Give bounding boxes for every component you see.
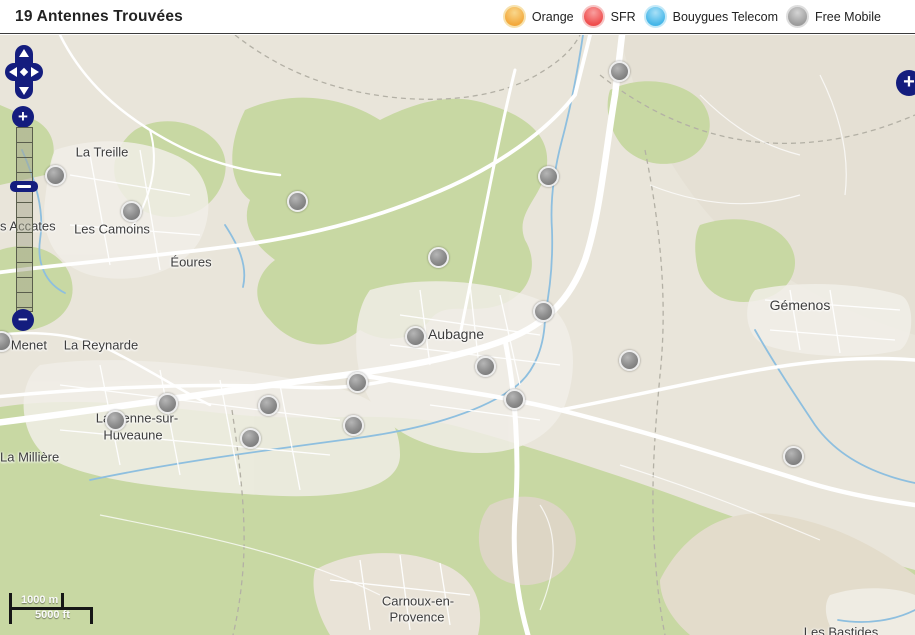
legend-color-icon: [644, 5, 667, 28]
legend-item-label: SFR: [611, 10, 636, 24]
legend-item: Free Mobile: [786, 5, 881, 28]
scale-bar-metric-tick: [61, 593, 64, 610]
legend-item: SFR: [582, 5, 636, 28]
scale-bar-imperial-tick: [90, 607, 93, 624]
map-viewport[interactable]: La Treilles AccatesLes CamoinsÉouresit-M…: [0, 35, 915, 635]
antenna-marker[interactable]: [538, 166, 559, 187]
antenna-marker[interactable]: [258, 395, 279, 416]
legend-item-label: Orange: [532, 10, 574, 24]
antenna-marker[interactable]: [105, 410, 126, 431]
antenna-marker[interactable]: [240, 428, 261, 449]
pan-right-button[interactable]: [31, 67, 39, 77]
header: 19 Antennes Trouvées Orange SFR Bouygues T…: [0, 0, 915, 34]
layer-switcher-button[interactable]: +: [896, 70, 915, 96]
map-base-tiles: [0, 35, 915, 635]
legend-item-label: Free Mobile: [815, 10, 881, 24]
scale-bar: 1000 m 5000 ft: [9, 593, 95, 624]
scale-metric-label: 1000 m: [21, 594, 58, 606]
legend-item: Orange: [503, 5, 574, 28]
antenna-marker[interactable]: [343, 415, 364, 436]
app-window: 19 Antennes Trouvées Orange SFR Bouygues T…: [0, 0, 915, 635]
antenna-marker[interactable]: [405, 326, 426, 347]
antenna-marker[interactable]: [619, 350, 640, 371]
antenna-marker[interactable]: [121, 201, 142, 222]
antenna-marker[interactable]: [533, 301, 554, 322]
antenna-marker[interactable]: [45, 165, 66, 186]
antenna-marker[interactable]: [428, 247, 449, 268]
legend: Orange SFR Bouygues Telecom Free Mobile: [503, 5, 915, 28]
legend-item-label: Bouygues Telecom: [673, 10, 778, 24]
page-title: 19 Antennes Trouvées: [15, 8, 183, 26]
pan-control: [5, 45, 43, 99]
legend-item: Bouygues Telecom: [644, 5, 778, 28]
antenna-marker[interactable]: [157, 393, 178, 414]
scale-bar-left-tick: [9, 593, 12, 624]
legend-color-icon: [503, 5, 526, 28]
scale-imperial-label: 5000 ft: [35, 609, 70, 621]
antenna-marker[interactable]: [504, 389, 525, 410]
legend-color-icon: [582, 5, 605, 28]
pan-left-button[interactable]: [9, 67, 17, 77]
zoom-slider-track[interactable]: [16, 127, 33, 312]
pan-down-button[interactable]: [19, 87, 29, 95]
antenna-marker[interactable]: [609, 61, 630, 82]
antenna-marker[interactable]: [287, 191, 308, 212]
antenna-marker[interactable]: [347, 372, 368, 393]
pan-up-button[interactable]: [19, 49, 29, 57]
antenna-marker[interactable]: [475, 356, 496, 377]
zoom-out-button[interactable]: −: [12, 309, 34, 331]
legend-color-icon: [786, 5, 809, 28]
zoom-in-button[interactable]: +: [12, 106, 34, 128]
antenna-marker[interactable]: [783, 446, 804, 467]
zoom-slider-handle[interactable]: [10, 181, 38, 192]
